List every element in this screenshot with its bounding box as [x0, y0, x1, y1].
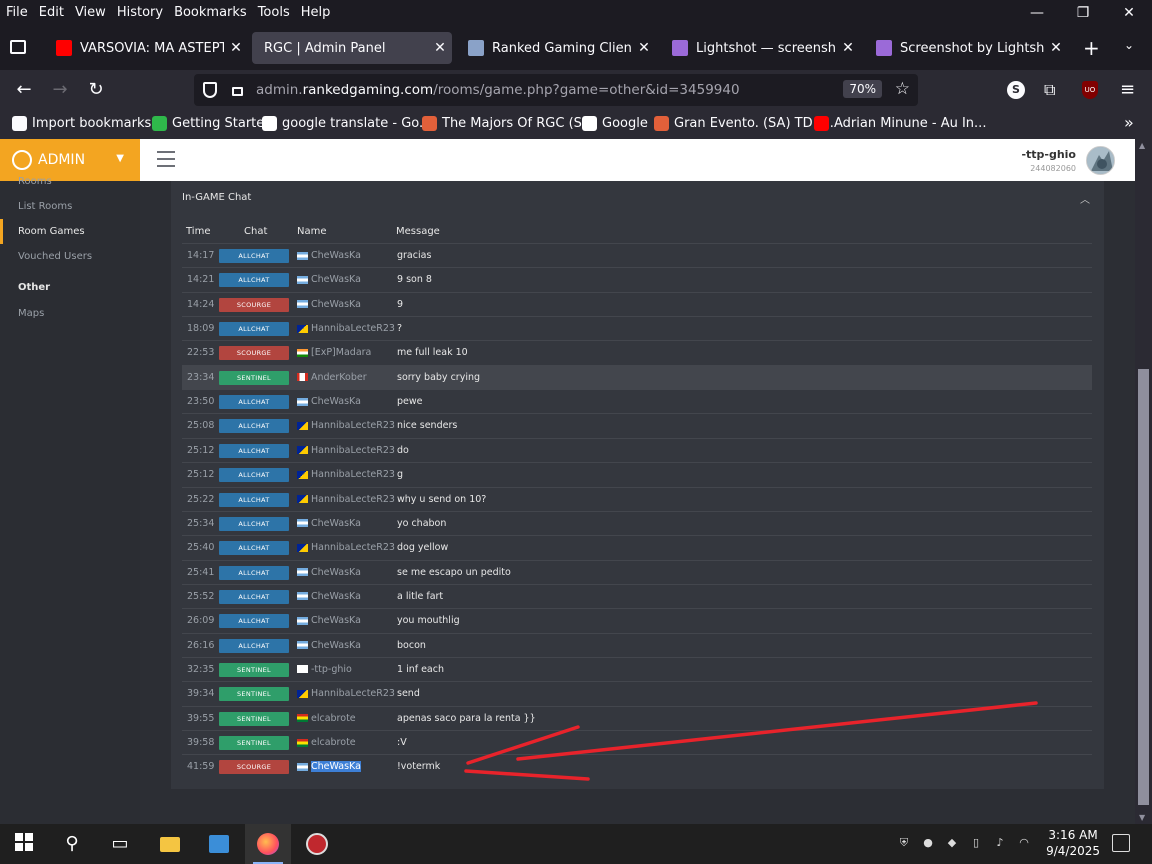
rgc-icon — [468, 40, 484, 56]
wifi-icon[interactable]: ◠ — [1016, 836, 1032, 852]
task-view-icon[interactable]: ▭ — [108, 832, 132, 856]
zoom-indicator[interactable]: 70% — [843, 80, 882, 98]
bookmark-item[interactable]: Getting Started — [152, 116, 273, 131]
extensions-icon[interactable]: ⧉ — [1044, 80, 1055, 100]
web-viewport: ADMIN ▼ -ttp-ghio 244082060 Rooms List R… — [0, 139, 1152, 824]
notification-center-icon[interactable] — [1112, 834, 1130, 852]
url-domain: rankedgaming.com — [302, 82, 434, 98]
tab-bar: + ⌄ VARSOVIA: MA ASTEPTAM L✕RGC | Admin … — [0, 28, 1152, 68]
tab-label: RGC | Admin Panel — [264, 40, 386, 56]
url-path: /rooms/game.php?game=other&id=3459940 — [433, 82, 740, 98]
tab-label: Ranked Gaming Client — [492, 40, 632, 56]
youtube-icon — [56, 40, 72, 56]
tab-close-icon[interactable]: ✕ — [632, 40, 656, 56]
menu-item-history[interactable]: History — [111, 5, 168, 20]
navigation-bar: ← → ↻ admin.rankedgaming.com/rooms/game.… — [0, 70, 1152, 110]
new-tab-icon[interactable]: + — [1083, 36, 1100, 60]
menu-item-file[interactable]: File — [0, 5, 33, 20]
app-menu-icon[interactable]: ≡ — [1120, 79, 1135, 100]
menu-item-bookmarks[interactable]: Bookmarks — [168, 5, 252, 20]
security-tray-icon[interactable]: ⛨ — [896, 836, 912, 852]
bookmark-label: google translate - Go... — [282, 116, 432, 131]
account-icon[interactable]: S — [1007, 81, 1025, 99]
bookmark-item[interactable]: The Majors Of RGC (S... — [422, 116, 594, 131]
menu-item-help[interactable]: Help — [295, 5, 336, 20]
red-arrow-annotation — [464, 701, 1038, 781]
windows-start-icon[interactable] — [12, 832, 36, 856]
rgc-icon — [654, 116, 669, 131]
browser-tab[interactable]: VARSOVIA: MA ASTEPTAM L✕ — [44, 32, 248, 64]
restore-icon[interactable]: ❐ — [1060, 0, 1106, 24]
google-icon — [262, 116, 277, 131]
search-icon[interactable]: ⚲ — [60, 832, 84, 856]
getting-started-icon — [152, 116, 167, 131]
tray-app-icon[interactable]: ◆ — [944, 836, 960, 852]
store-icon[interactable] — [207, 832, 231, 856]
minimize-icon[interactable]: — — [1014, 0, 1060, 24]
browser-tab[interactable]: Screenshot by Lightshot ✕ — [864, 32, 1068, 64]
bookmark-label: Gran Evento. (SA) TD -... — [674, 116, 834, 131]
lock-icon[interactable] — [232, 87, 243, 96]
system-clock[interactable]: 3:16 AM 9/4/2025 — [1046, 827, 1100, 859]
windows-taskbar: ⚲ ▭ ⛨ ● ◆ ▯ ♪ ◠ 3:16 AM 9/4/2025 — [0, 824, 1152, 864]
browser-tab[interactable]: Lightshot — screenshot tool✕ — [660, 32, 860, 64]
window-controls: — ❐ ✕ — [1014, 0, 1152, 24]
url-text[interactable]: admin.rankedgaming.com/rooms/game.php?ga… — [256, 82, 740, 98]
menu-item-tools[interactable]: Tools — [252, 5, 295, 20]
list-tabs-icon[interactable]: ⌄ — [1124, 38, 1134, 52]
firefox-view-icon[interactable] — [10, 40, 26, 54]
bookmark-label: Getting Started — [172, 116, 273, 131]
bookmark-label: Import bookmarks... — [32, 116, 164, 131]
bookmark-item[interactable]: Google — [582, 116, 648, 131]
rgc-tray-icon[interactable]: ● — [920, 836, 936, 852]
youtube-icon — [814, 116, 829, 131]
shield-icon[interactable] — [203, 82, 217, 98]
more-bookmarks-icon[interactable]: » — [1124, 113, 1134, 132]
bookmark-item[interactable]: Adrian Minune - Au In... — [814, 116, 986, 131]
tab-close-icon[interactable]: ✕ — [224, 40, 248, 56]
battery-icon[interactable]: ▯ — [968, 836, 984, 852]
bookmark-label: Adrian Minune - Au In... — [834, 116, 987, 131]
rgc-client-icon[interactable] — [305, 832, 329, 856]
bookmark-item[interactable]: Import bookmarks... — [12, 116, 164, 131]
ublock-icon[interactable]: UO — [1082, 81, 1098, 99]
bookmarks-bar: » Import bookmarks... Getting Started goog… — [0, 110, 1152, 139]
bookmark-label: Google — [602, 116, 648, 131]
bookmark-label: The Majors Of RGC (S... — [442, 116, 595, 131]
tab-label: Lightshot — screenshot tool — [696, 40, 836, 56]
close-icon[interactable]: ✕ — [1106, 0, 1152, 24]
tab-label: VARSOVIA: MA ASTEPTAM L — [80, 40, 224, 56]
url-bar[interactable]: admin.rankedgaming.com/rooms/game.php?ga… — [194, 74, 918, 106]
import-icon — [12, 116, 27, 131]
tab-close-icon[interactable]: ✕ — [836, 40, 860, 56]
bookmark-item[interactable]: Gran Evento. (SA) TD -... — [654, 116, 834, 131]
url-prefix: admin. — [256, 82, 303, 98]
back-icon[interactable]: ← — [12, 78, 36, 102]
rgc-icon — [422, 116, 437, 131]
file-explorer-icon[interactable] — [158, 832, 182, 856]
clock-time: 3:16 AM — [1048, 828, 1098, 842]
menu-item-view[interactable]: View — [69, 5, 111, 20]
menu-bar: File Edit View History Bookmarks Tools Help — [0, 0, 1152, 24]
tab-close-icon[interactable]: ✕ — [428, 40, 452, 56]
reload-icon[interactable]: ↻ — [84, 78, 108, 102]
menu-item-edit[interactable]: Edit — [33, 5, 69, 20]
lightshot-icon — [876, 40, 892, 56]
clock-date: 9/4/2025 — [1046, 844, 1100, 858]
tab-label: Screenshot by Lightshot — [900, 40, 1044, 56]
browser-tab[interactable]: Ranked Gaming Client ✕ — [456, 32, 656, 64]
forward-icon[interactable]: → — [48, 78, 72, 102]
lightshot-icon — [672, 40, 688, 56]
tab-close-icon[interactable]: ✕ — [1044, 40, 1068, 56]
bookmark-star-icon[interactable]: ☆ — [895, 79, 910, 99]
browser-tab[interactable]: RGC | Admin Panel ✕ — [252, 32, 452, 64]
speaker-icon[interactable]: ♪ — [992, 836, 1008, 852]
google-icon — [582, 116, 597, 131]
firefox-icon[interactable] — [256, 832, 280, 856]
bookmark-item[interactable]: google translate - Go... — [262, 116, 431, 131]
